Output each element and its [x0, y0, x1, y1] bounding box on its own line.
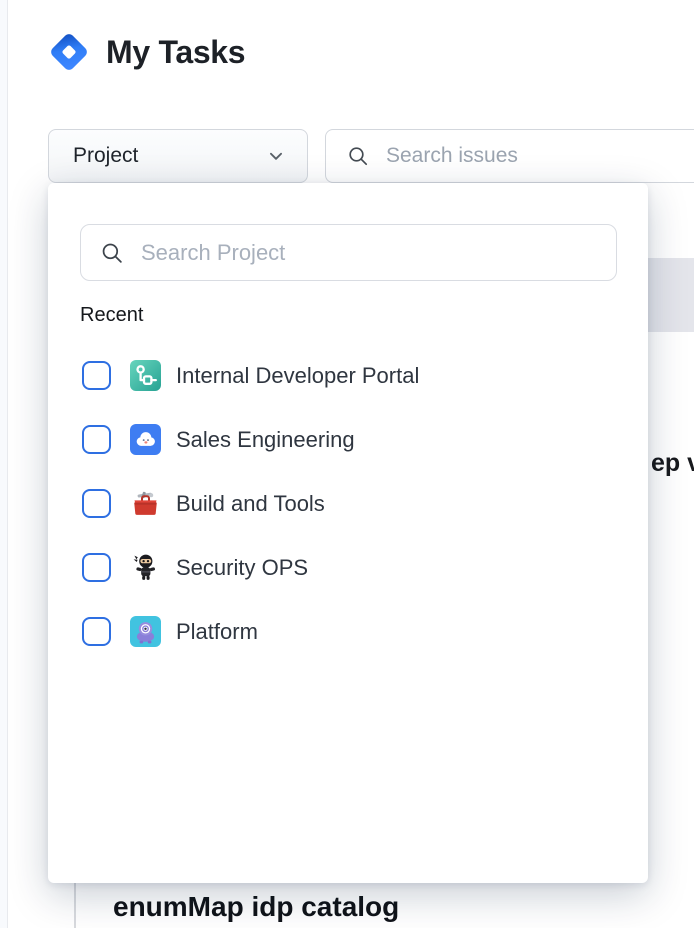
- project-filter-button[interactable]: Project: [48, 129, 308, 183]
- alien-cyan-icon: [130, 616, 161, 647]
- project-option-label: Internal Developer Portal: [176, 363, 419, 389]
- project-checkbox[interactable]: [82, 361, 111, 390]
- search-icon: [99, 240, 125, 266]
- project-dropdown-panel: Recent Internal Developer Portal Sales E…: [48, 183, 648, 883]
- recent-section-label: Recent: [80, 304, 143, 327]
- project-checkbox[interactable]: [82, 425, 111, 454]
- project-option-row[interactable]: Sales Engineering: [82, 424, 648, 455]
- background-partial-issue-title: ep v: [651, 449, 694, 478]
- ninja-icon: [130, 552, 161, 583]
- project-checkbox[interactable]: [82, 617, 111, 646]
- project-filter-label: Project: [73, 144, 138, 168]
- project-search-input[interactable]: [141, 240, 600, 266]
- toolbox-red-icon: [130, 488, 161, 519]
- project-option-label: Security OPS: [176, 555, 308, 581]
- project-option-label: Sales Engineering: [176, 427, 355, 453]
- background-issue-title: enumMap idp catalog: [113, 891, 399, 923]
- project-option-row[interactable]: Build and Tools: [82, 488, 648, 519]
- page-title: My Tasks: [106, 34, 245, 71]
- search-issues-box[interactable]: [325, 129, 694, 183]
- background-column-divider: [74, 883, 76, 928]
- cloud-blue-icon: [130, 424, 161, 455]
- left-gutter: [0, 0, 8, 928]
- project-option-label: Platform: [176, 619, 258, 645]
- search-icon: [346, 144, 370, 168]
- page-header: My Tasks: [48, 31, 245, 73]
- project-search-box[interactable]: [80, 224, 617, 281]
- project-option-label: Build and Tools: [176, 491, 325, 517]
- workflow-teal-icon: [130, 360, 161, 391]
- project-option-row[interactable]: Security OPS: [82, 552, 648, 583]
- project-option-list: Internal Developer Portal Sales Engineer…: [48, 360, 648, 680]
- jira-logo-icon: [48, 31, 90, 73]
- search-issues-input[interactable]: [386, 144, 694, 168]
- project-option-row[interactable]: Platform: [82, 616, 648, 647]
- chevron-down-icon: [267, 147, 285, 165]
- project-checkbox[interactable]: [82, 489, 111, 518]
- project-checkbox[interactable]: [82, 553, 111, 582]
- project-option-row[interactable]: Internal Developer Portal: [82, 360, 648, 391]
